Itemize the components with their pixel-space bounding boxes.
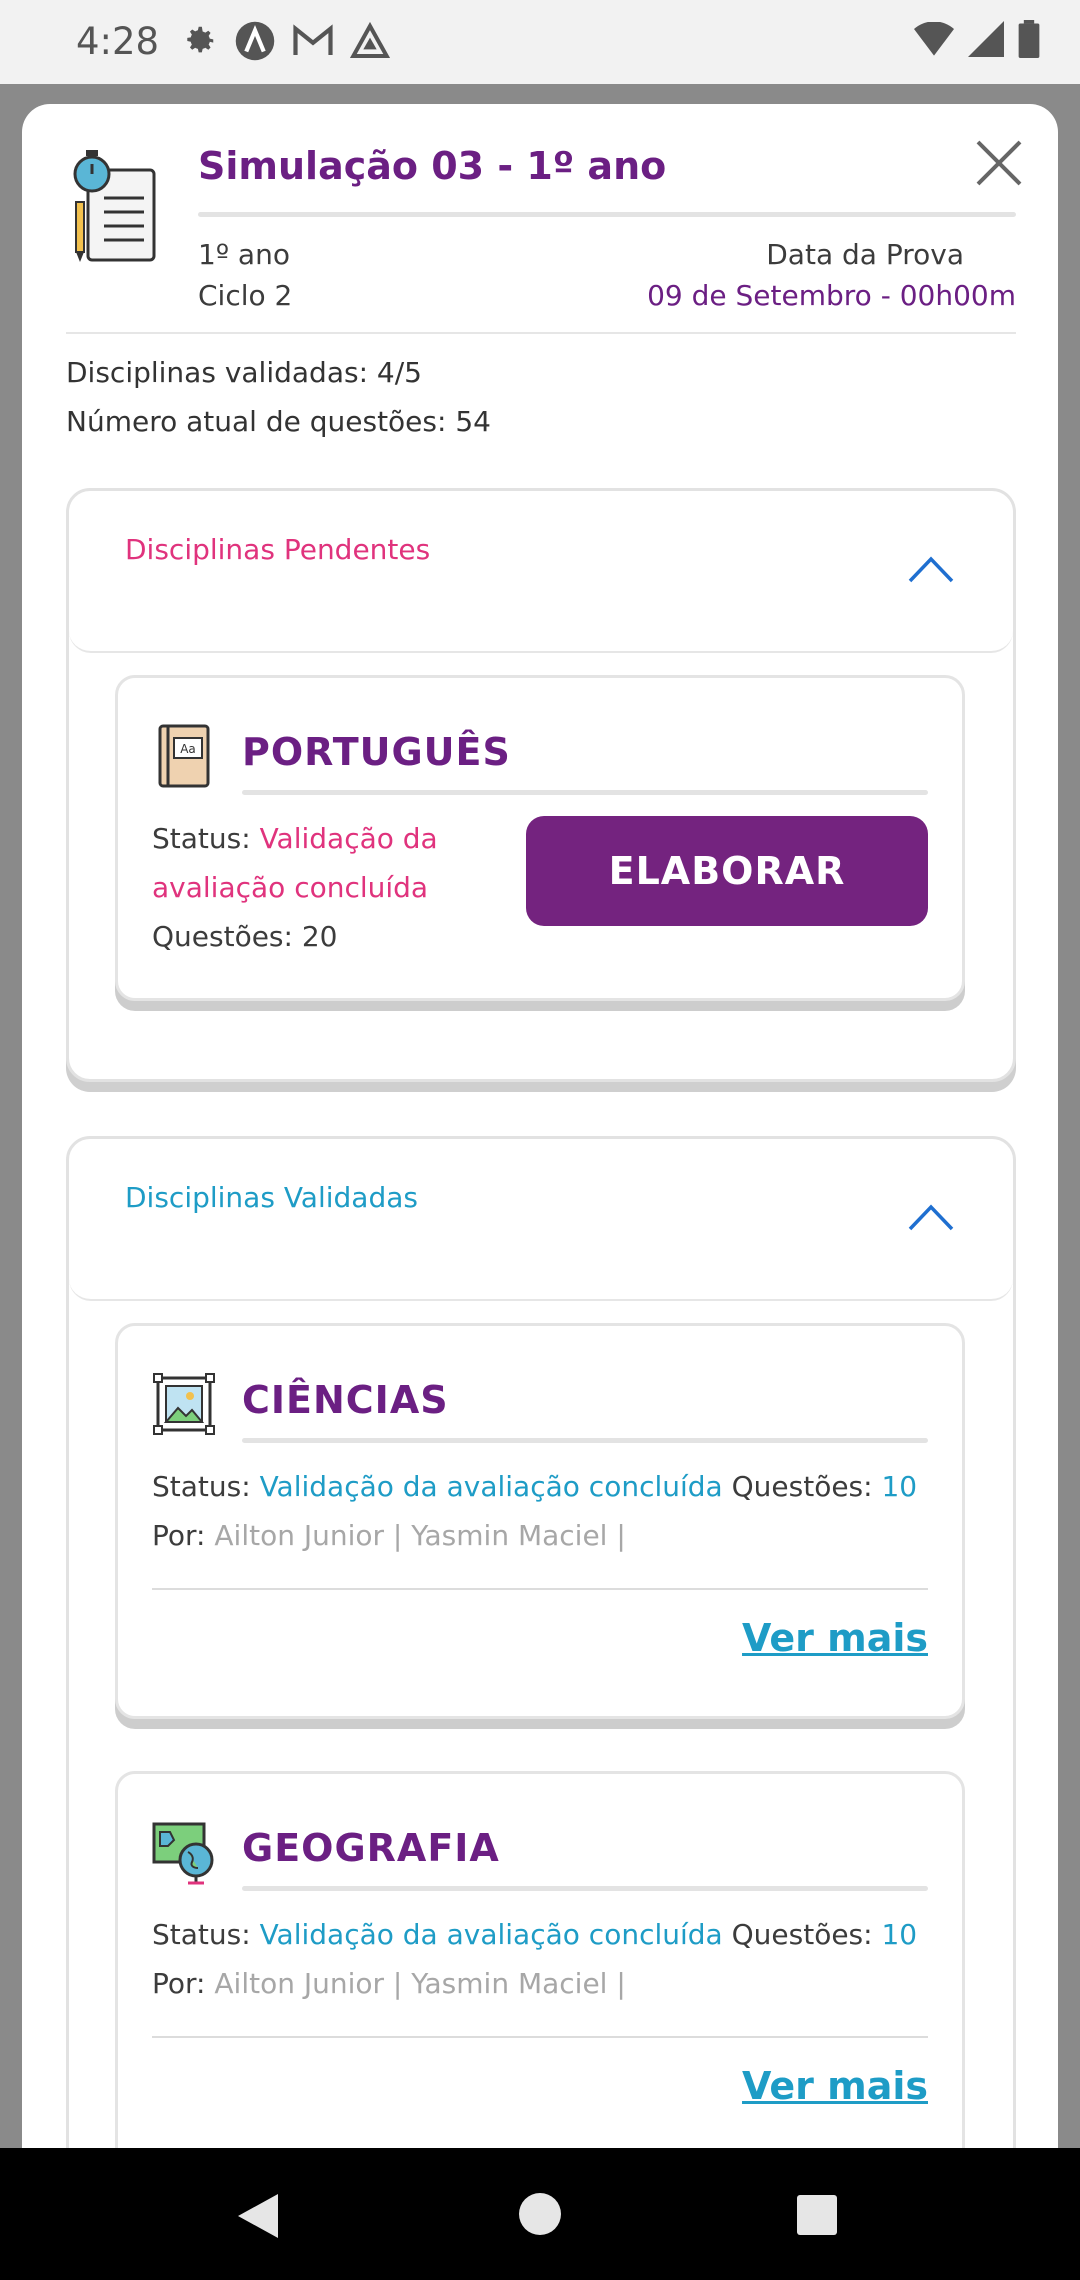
battery-icon: [1018, 20, 1040, 58]
home-icon[interactable]: [518, 2192, 562, 2236]
grade-text: 1º ano: [198, 238, 290, 271]
status-bar: 4:28: [0, 0, 1080, 84]
authors-value: Ailton Junior | Yasmin Maciel |: [214, 1967, 626, 2000]
questions-label: Questões:: [731, 1918, 873, 1951]
a-circle-icon: [235, 21, 275, 61]
questions-value: 10: [881, 1470, 918, 1503]
subject-card-ciencias: CIÊNCIAS Status: Validação da avaliação …: [115, 1323, 965, 1719]
authors-line: Por: Ailton Junior | Yasmin Maciel |: [152, 1967, 626, 2000]
status-line: Status: Validação da: [152, 822, 438, 855]
validated-section: Disciplinas Validadas CIÊNCIAS Status: V…: [66, 1136, 1016, 2148]
ver-mais-link[interactable]: Ver mais: [742, 2064, 928, 2108]
exam-stats: Disciplinas validadas: 4/5 Número atual …: [66, 348, 491, 446]
ver-mais-link[interactable]: Ver mais: [742, 1616, 928, 1660]
gear-icon: [187, 26, 214, 53]
questions-value: 10: [881, 1918, 918, 1951]
subject-title: GEOGRAFIA: [242, 1826, 500, 1870]
status-value: Validação da avaliação concluída: [259, 1918, 723, 1951]
exam-grade-info: 1º ano Ciclo 2: [198, 234, 292, 316]
status-label: Status:: [152, 822, 251, 855]
status-line: Status: Validação da avaliação concluída…: [152, 1918, 917, 1951]
subject-title: CIÊNCIAS: [242, 1378, 449, 1422]
card-divider: [242, 790, 928, 795]
status-value: Validação da: [259, 822, 438, 855]
pending-section-title: Disciplinas Pendentes: [125, 533, 431, 566]
card-divider: [152, 1588, 928, 1590]
authors-label: Por:: [152, 1967, 206, 2000]
validated-section-header[interactable]: Disciplinas Validadas: [69, 1139, 1013, 1301]
svg-text:Aa: Aa: [180, 742, 196, 756]
recents-icon[interactable]: [796, 2194, 838, 2236]
chevron-up-icon[interactable]: [907, 553, 955, 585]
card-divider: [152, 2036, 928, 2038]
status-label: Status:: [152, 1470, 251, 1503]
exam-modal: Simulação 03 - 1º ano 1º ano Ciclo 2 Dat…: [22, 104, 1058, 2148]
signal-icon: [968, 21, 1004, 57]
navigation-bar: [0, 2148, 1080, 2280]
cycle-text: Ciclo 2: [198, 279, 293, 312]
back-icon[interactable]: [236, 2192, 280, 2240]
chevron-up-icon[interactable]: [907, 1201, 955, 1233]
questions-count: Questões: 20: [152, 920, 338, 953]
header-divider: [66, 332, 1016, 334]
status-value-cont: avaliação concluída: [152, 871, 429, 904]
authors-label: Por:: [152, 1519, 206, 1552]
exam-checklist-icon: [73, 150, 156, 262]
card-divider: [242, 1438, 928, 1443]
globe-map-icon: [152, 1822, 214, 1885]
question-count: Número atual de questões: 54: [66, 405, 491, 438]
gmail-icon: [293, 24, 333, 55]
exam-date-label: Data da Prova: [766, 238, 964, 271]
status-line: Status: Validação da avaliação concluída…: [152, 1470, 917, 1503]
card-divider: [242, 1886, 928, 1891]
validated-count: Disciplinas validadas: 4/5: [66, 356, 422, 389]
authors-value: Ailton Junior | Yasmin Maciel |: [214, 1519, 626, 1552]
exam-date-info: Data da Prova 09 de Setembro - 00h00m: [647, 234, 1016, 316]
subject-card-geografia: GEOGRAFIA Status: Validação da avaliação…: [115, 1771, 965, 2148]
authors-line: Por: Ailton Junior | Yasmin Maciel |: [152, 1519, 626, 1552]
pending-section-header[interactable]: Disciplinas Pendentes: [69, 491, 1013, 653]
status-time: 4:28: [76, 20, 160, 63]
book-icon: Aa: [158, 724, 210, 788]
elaborar-button[interactable]: ELABORAR: [526, 816, 928, 926]
status-value: Validação da avaliação concluída: [259, 1470, 723, 1503]
page-title: Simulação 03 - 1º ano: [198, 144, 667, 188]
validated-section-title: Disciplinas Validadas: [125, 1181, 418, 1214]
triangle-icon: [350, 22, 390, 58]
wifi-icon: [914, 22, 954, 56]
subject-title: PORTUGUÊS: [242, 730, 511, 774]
status-label: Status:: [152, 1918, 251, 1951]
subject-card-portugues: Aa PORTUGUÊS Status: Validação da avalia…: [115, 675, 965, 1001]
title-divider: [198, 212, 1016, 217]
pending-section: Disciplinas Pendentes Aa PORTUGUÊS Statu…: [66, 488, 1016, 1082]
image-frame-icon: [153, 1373, 215, 1435]
close-icon[interactable]: [972, 136, 1026, 190]
questions-label: Questões:: [731, 1470, 873, 1503]
exam-date-value: 09 de Setembro - 00h00m: [647, 279, 1016, 312]
